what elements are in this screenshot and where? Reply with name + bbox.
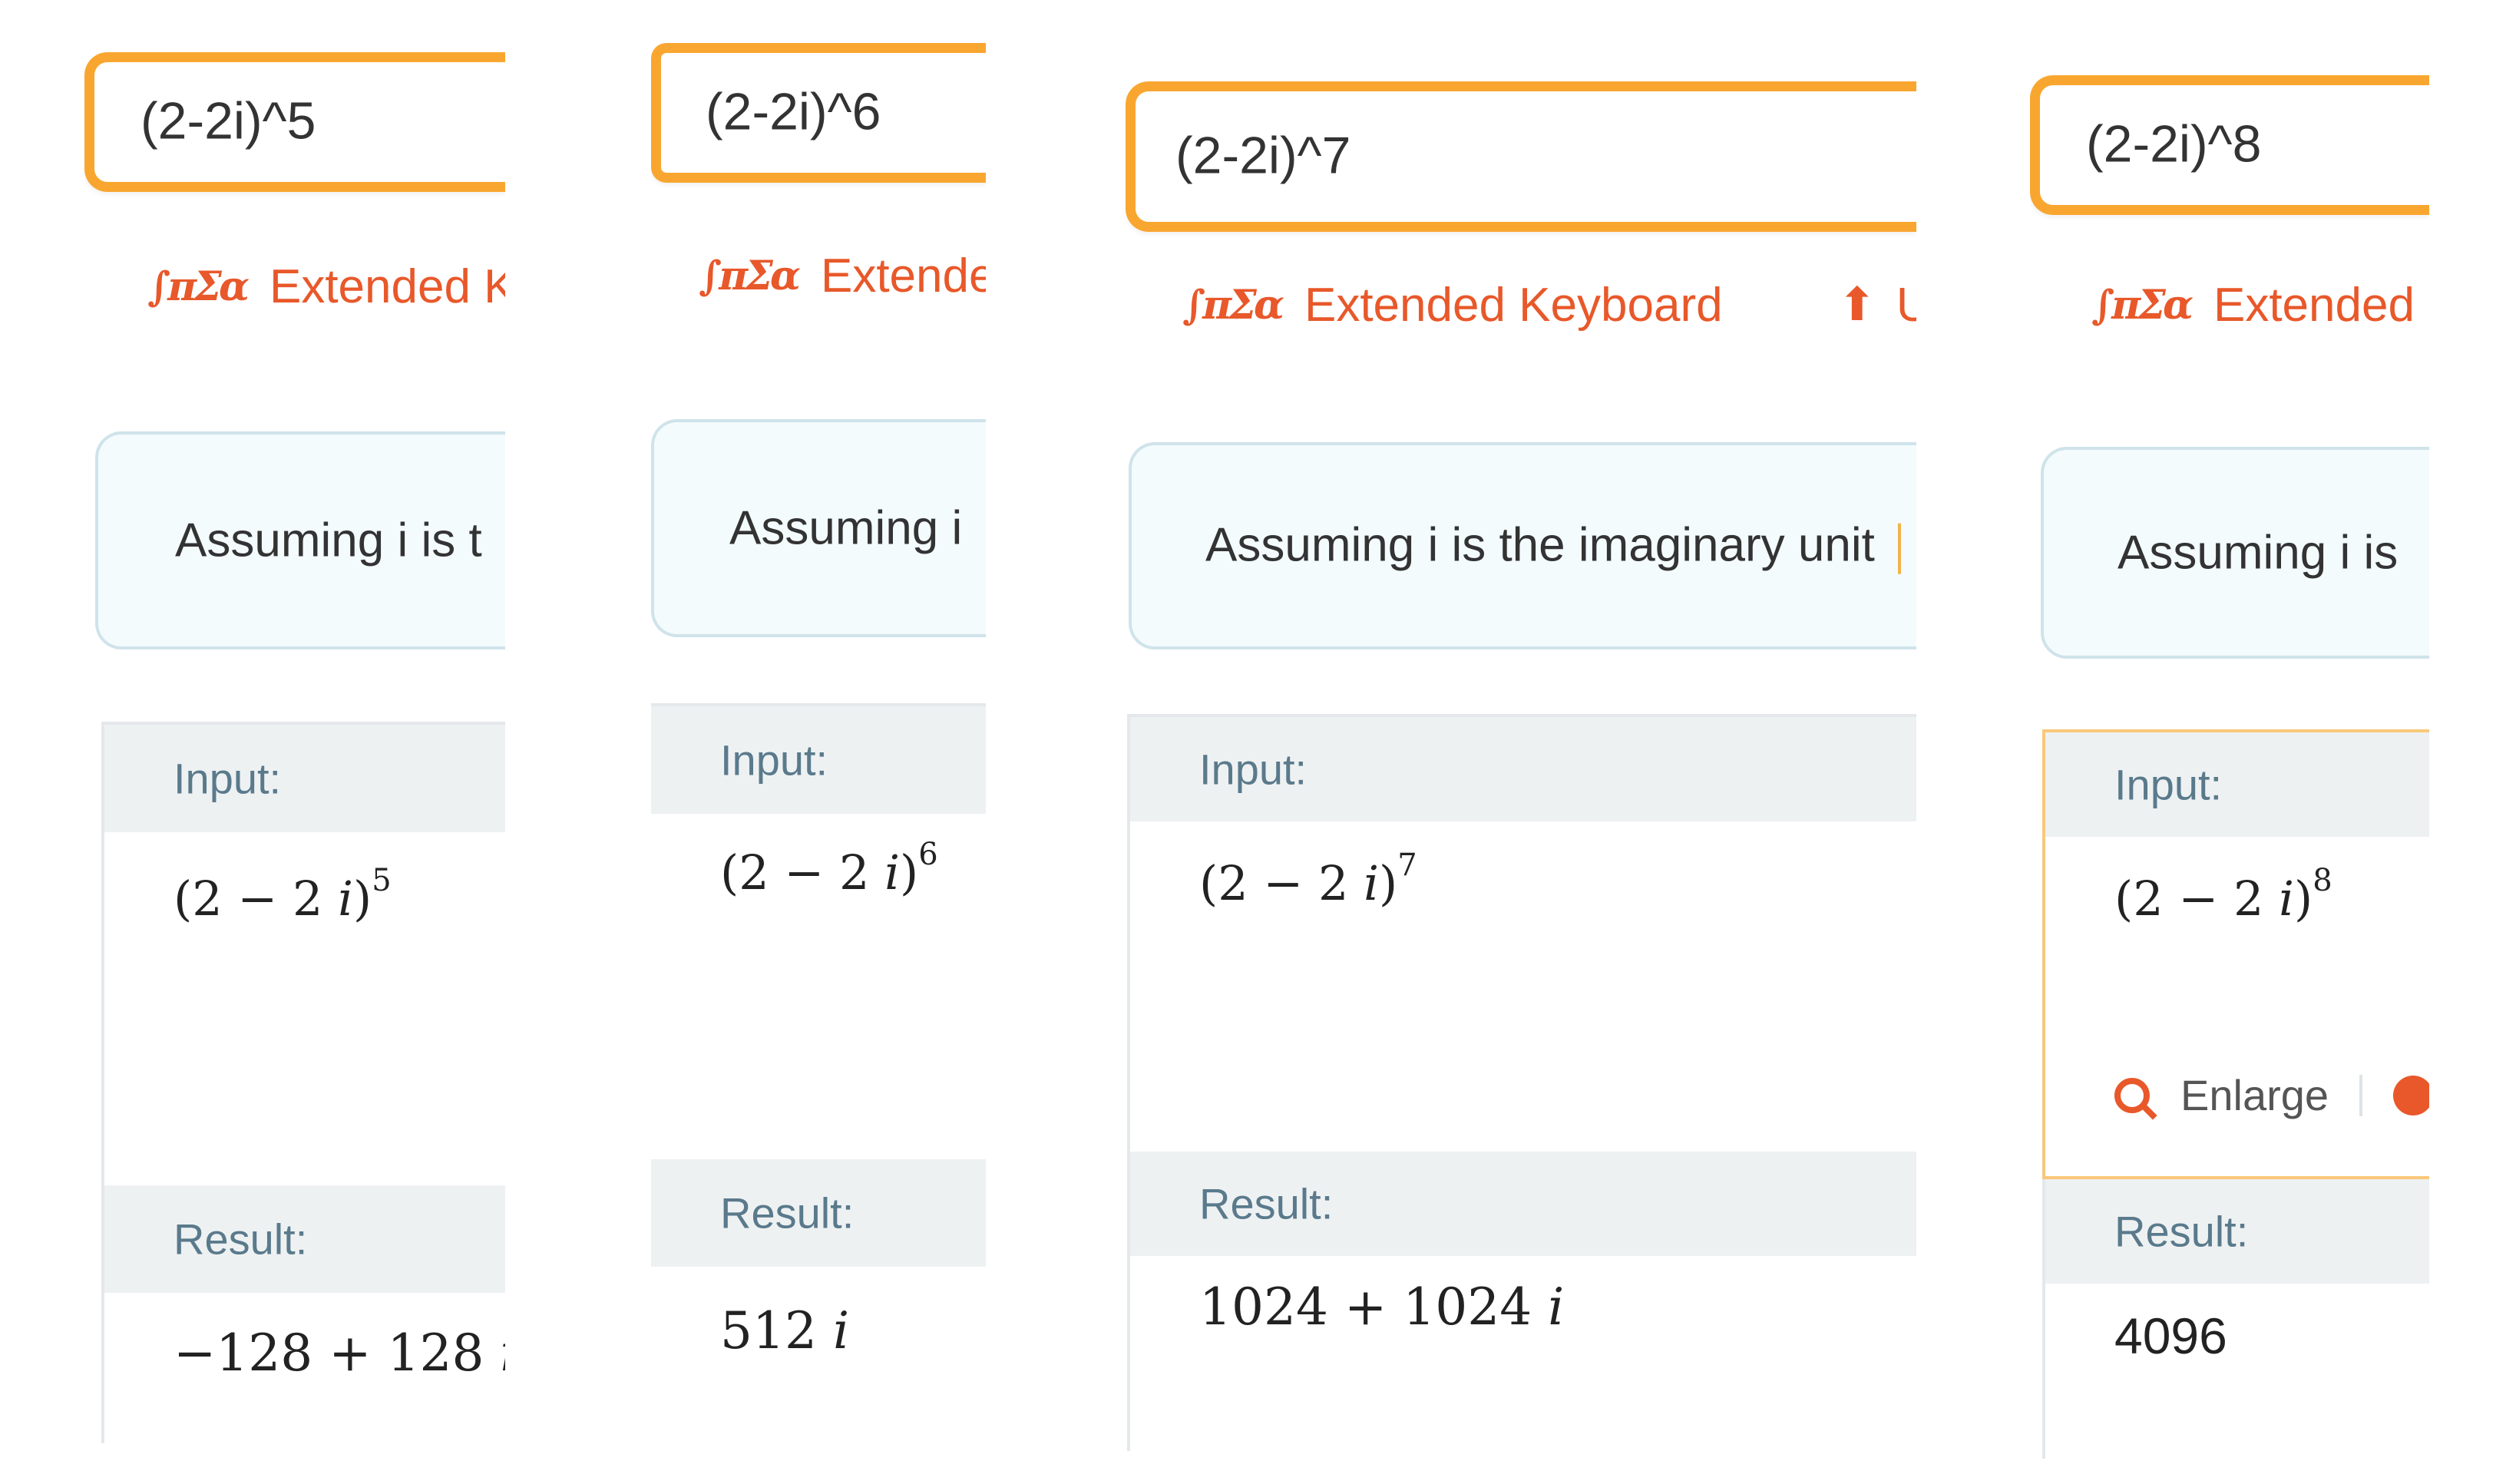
- upload-label: U: [1896, 278, 1916, 332]
- input-heading: Input:: [174, 754, 282, 803]
- result-pod-header: Result:: [651, 1159, 986, 1267]
- assumption-separator: [1897, 523, 1901, 574]
- query-input[interactable]: (2-2i)^7: [1126, 81, 1916, 232]
- input-expression: (2 − 2 i)8: [2114, 863, 2332, 927]
- assumption-box: Assuming i is the imaginary unit: [1129, 442, 1916, 649]
- enlarge-button[interactable]: Enlarge: [2114, 1070, 2429, 1120]
- query-input[interactable]: (2-2i)^5: [84, 52, 505, 192]
- extended-keyboard-icon: ∫πΣɑ: [147, 263, 250, 310]
- magnify-icon: [2114, 1077, 2150, 1113]
- result-imaginary-unit: i: [501, 1324, 506, 1383]
- result-number: −128 + 128: [174, 1324, 501, 1383]
- assumption-box: Assuming i is t: [95, 431, 505, 649]
- panel-power-5: (2-2i)^5 ∫πΣɑ Extended Ke Assuming i is …: [84, 0, 505, 1443]
- extended-keyboard-button[interactable]: ∫πΣɑ Extended Keyboard ⬆ U: [1182, 270, 1916, 339]
- result-imaginary-unit: i: [1548, 1277, 1565, 1337]
- input-expression: (2 − 2 i)5: [174, 863, 392, 927]
- input-exponent: 7: [1397, 848, 1417, 884]
- input-exponent: 5: [372, 863, 392, 899]
- extended-keyboard-icon: ∫πΣɑ: [699, 252, 801, 299]
- input-expression-base: (2 − 2: [174, 871, 339, 927]
- upload-icon: ⬆: [1837, 279, 1876, 330]
- input-expression-base: (2 − 2: [1199, 855, 1364, 911]
- result-pod: Result: 4096: [2042, 1179, 2429, 1459]
- result-value: 4096: [2114, 1307, 2227, 1365]
- result-heading: Result:: [1199, 1179, 1334, 1228]
- input-expression-base: (2 − 2: [720, 844, 885, 901]
- input-pod-header: Input:: [2045, 732, 2429, 837]
- assumption-text: Assuming i is t: [175, 514, 482, 567]
- input-exponent: 8: [2313, 863, 2332, 899]
- result-number: 4096: [2114, 1307, 2227, 1364]
- input-pod-header: Input:: [104, 725, 505, 832]
- input-heading: Input:: [1199, 745, 1308, 794]
- result-value: −128 + 128 i: [174, 1324, 505, 1383]
- enlarge-label: Enlarge: [2180, 1071, 2329, 1119]
- imaginary-unit: i: [884, 844, 900, 901]
- query-input[interactable]: (2-2i)^6: [651, 43, 986, 183]
- input-pod: Input: (2 − 2 i)8 Enlarge: [2042, 729, 2429, 1179]
- extended-keyboard-button[interactable]: ∫πΣɑ Extended K: [2091, 270, 2429, 339]
- query-text: (2-2i)^5: [141, 91, 316, 150]
- action-separator: [2359, 1074, 2363, 1116]
- result-pod-header: Result:: [104, 1185, 505, 1293]
- input-expression: (2 − 2 i)6: [720, 837, 938, 901]
- input-pod: Input: (2 − 2 i)7 Result: 1024 + 1024 i: [1127, 714, 1916, 1451]
- assumption-box: Assuming i: [651, 419, 986, 637]
- result-imaginary-unit: i: [832, 1301, 850, 1360]
- input-pod-header: Input:: [651, 706, 986, 814]
- input-heading: Input:: [2114, 760, 2223, 809]
- input-heading: Input:: [720, 735, 828, 785]
- assumption-text: Assuming i is the imaginary unit: [1205, 518, 1901, 574]
- input-expression-close: ): [353, 871, 372, 927]
- imaginary-unit: i: [1364, 855, 1379, 911]
- extended-keyboard-icon: ∫πΣɑ: [1182, 281, 1284, 329]
- query-text: (2-2i)^6: [706, 82, 881, 141]
- input-pod-header: Input:: [1130, 717, 1916, 821]
- imaginary-unit: i: [2279, 871, 2294, 927]
- customize-icon[interactable]: [2393, 1075, 2429, 1115]
- result-heading: Result:: [720, 1188, 855, 1238]
- panel-power-6: (2-2i)^6 ∫πΣɑ Extendec Assuming i Input:…: [651, 0, 986, 1443]
- result-value: 1024 + 1024 i: [1199, 1277, 1564, 1337]
- query-text: (2-2i)^7: [1175, 126, 1351, 185]
- extended-keyboard-icon: ∫πΣɑ: [2091, 281, 2194, 329]
- assumption-label: Assuming i is the imaginary unit: [1205, 518, 1875, 572]
- extended-keyboard-label: Extendec: [820, 249, 986, 302]
- panel-power-8: (2-2i)^8 ∫πΣɑ Extended K Assuming i is I…: [2030, 0, 2429, 1459]
- input-exponent: 6: [918, 837, 938, 873]
- panel-power-7: (2-2i)^7 ∫πΣɑ Extended Keyboard ⬆ U Assu…: [1126, 0, 1916, 1451]
- extended-keyboard-label: Extended K: [2213, 278, 2429, 332]
- assumption-text: Assuming i is: [2118, 526, 2399, 580]
- result-heading: Result:: [2114, 1207, 2249, 1256]
- query-input[interactable]: (2-2i)^8: [2030, 75, 2429, 215]
- result-heading: Result:: [174, 1215, 308, 1264]
- assumption-box: Assuming i is: [2041, 447, 2429, 659]
- input-pod: Input: (2 − 2 i)5 Result: −128 + 128 i: [101, 722, 505, 1443]
- imaginary-unit: i: [338, 871, 353, 927]
- query-text: (2-2i)^8: [2086, 114, 2262, 174]
- result-pod-header: Result:: [1130, 1152, 1916, 1256]
- input-expression-close: ): [900, 844, 919, 901]
- assumption-text: Assuming i: [729, 501, 963, 555]
- extended-keyboard-button[interactable]: ∫πΣɑ Extendec: [699, 241, 986, 310]
- input-expression-close: ): [2294, 871, 2313, 927]
- input-pod: Input: (2 − 2 i)6 Result: 512 i: [651, 703, 986, 1443]
- extended-keyboard-label: Extended Ke: [269, 259, 505, 313]
- input-expression: (2 − 2 i)7: [1199, 848, 1417, 911]
- result-pod-header: Result:: [2045, 1179, 2429, 1284]
- result-value: 512 i: [720, 1301, 849, 1360]
- extended-keyboard-button[interactable]: ∫πΣɑ Extended Ke: [147, 252, 505, 321]
- input-expression-base: (2 − 2: [2114, 871, 2280, 927]
- result-number: 512: [720, 1301, 833, 1360]
- input-expression-close: ): [1379, 855, 1398, 911]
- extended-keyboard-label: Extended Keyboard: [1304, 278, 1723, 332]
- result-number: 1024 + 1024: [1199, 1277, 1549, 1337]
